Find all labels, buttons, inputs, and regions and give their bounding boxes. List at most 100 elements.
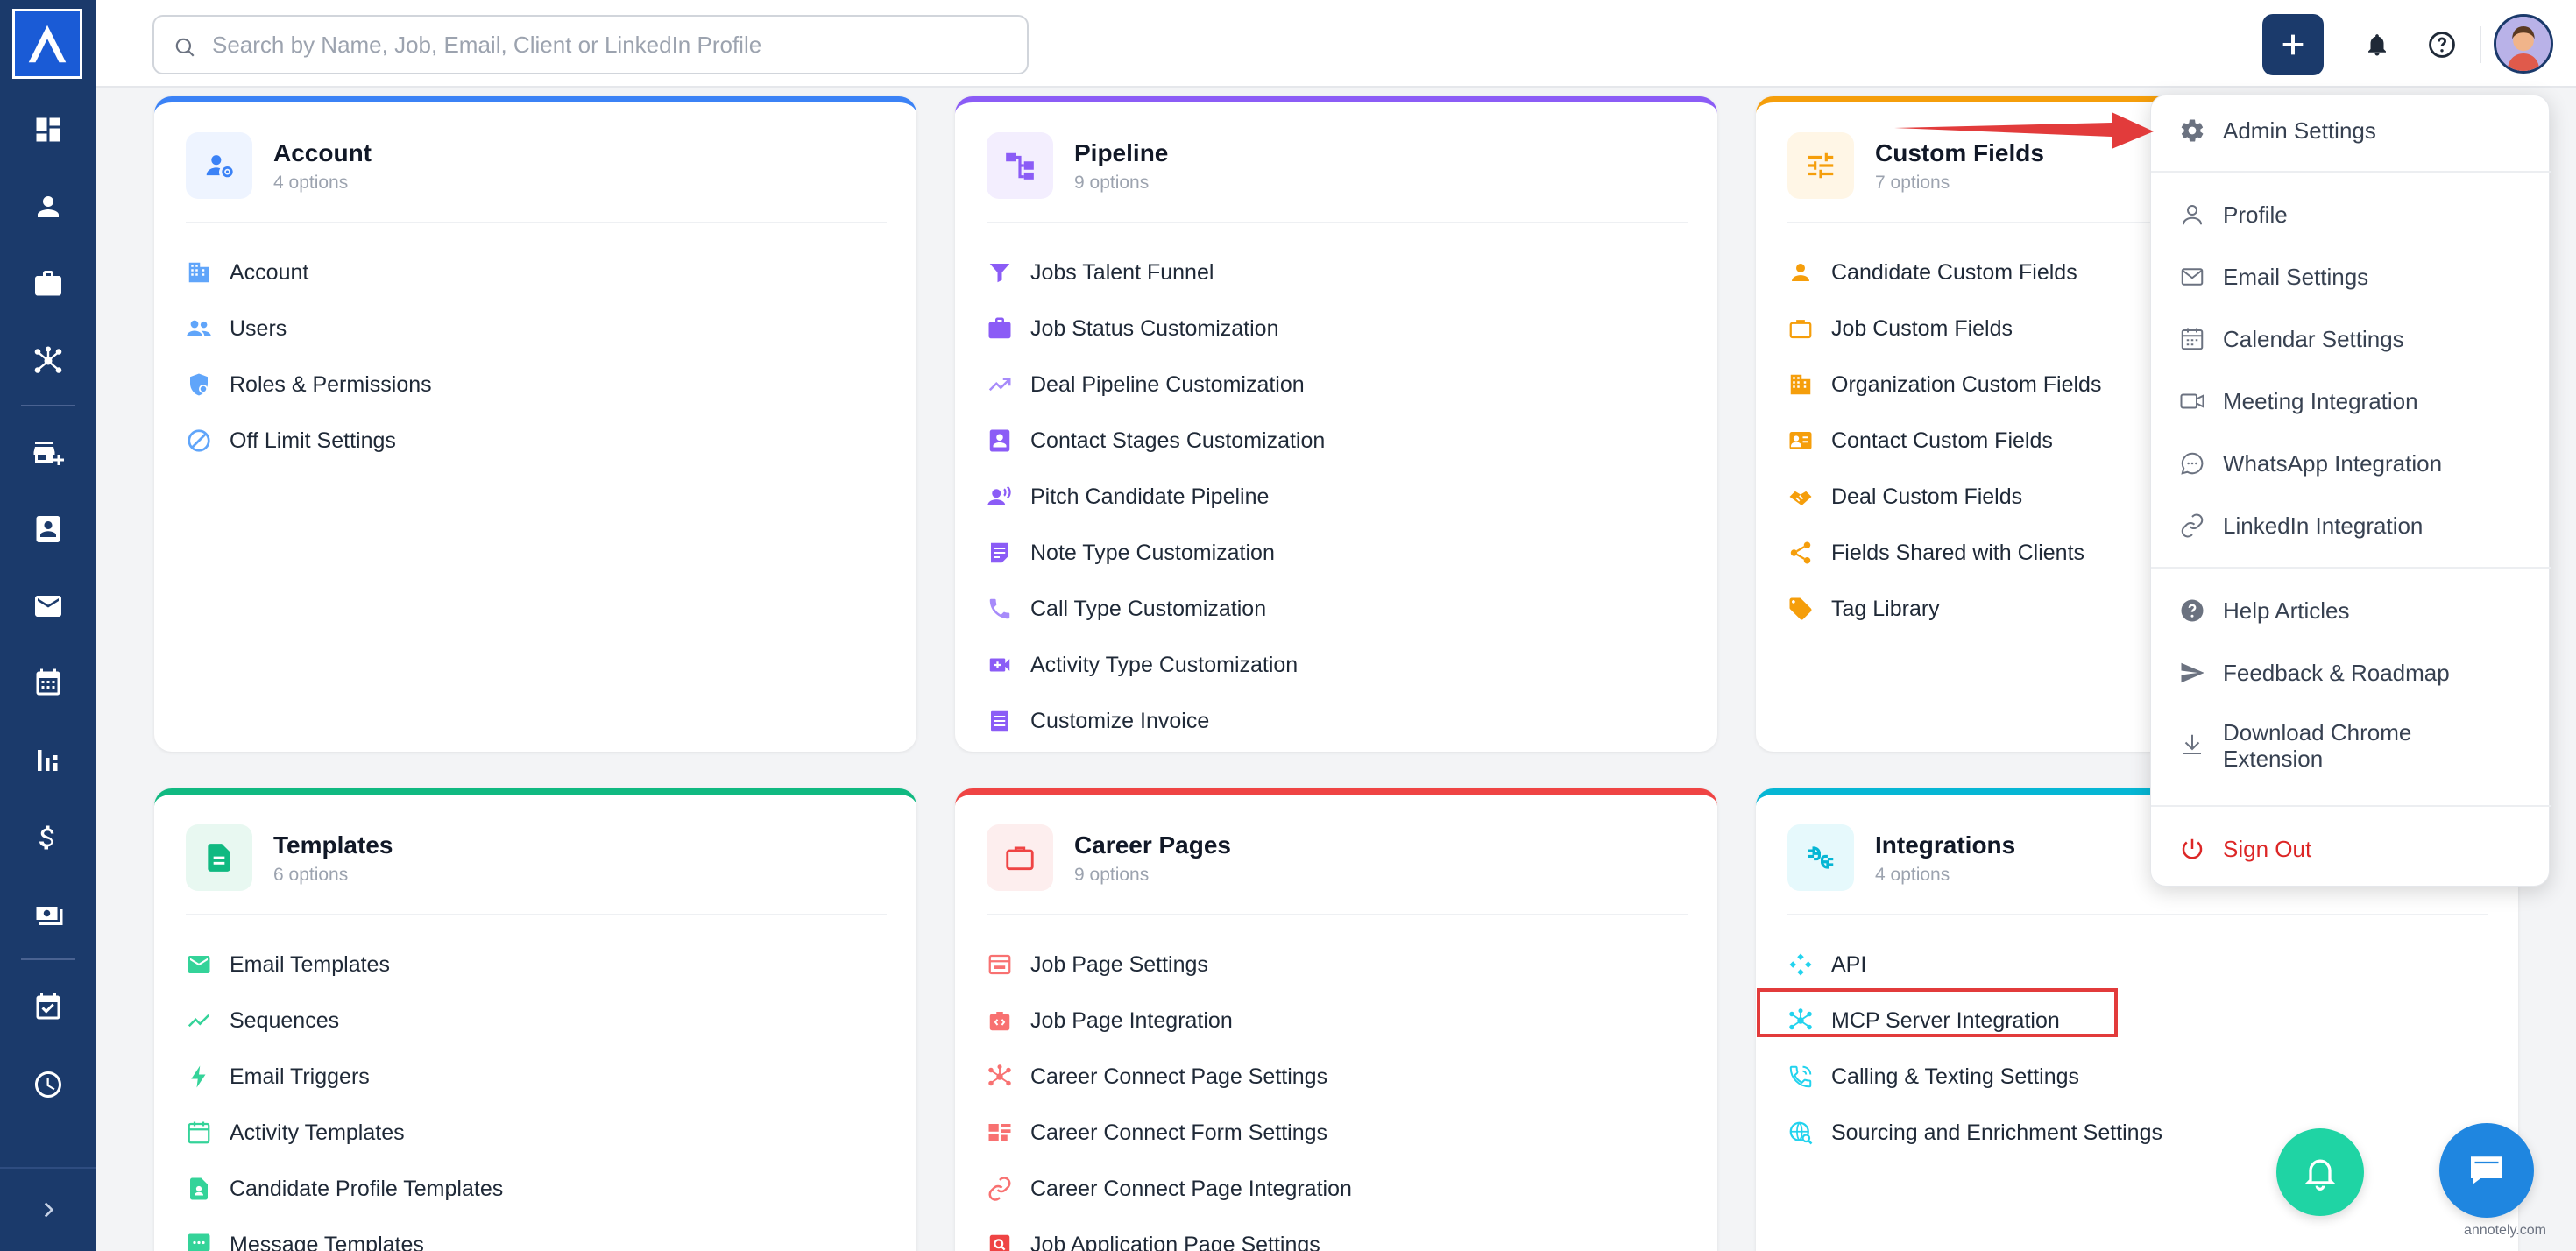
menu-item-feedback-roadmap[interactable]: Feedback & Roadmap bbox=[2151, 647, 2551, 699]
settings-link-candidate-profile-templates[interactable]: Candidate Profile Templates bbox=[186, 1161, 503, 1217]
settings-link-email-templates[interactable]: Email Templates bbox=[186, 936, 503, 993]
menu-item-email-settings[interactable]: Email Settings bbox=[2151, 251, 2551, 303]
settings-link-organization-custom-fields[interactable]: Organization Custom Fields bbox=[1787, 357, 2101, 413]
card-title: Templates bbox=[273, 831, 393, 859]
settings-link-job-status[interactable]: Job Status Customization bbox=[987, 300, 1325, 357]
settings-link-api[interactable]: API bbox=[1787, 936, 2162, 993]
settings-link-roles-permissions[interactable]: Roles & Permissions bbox=[186, 357, 432, 413]
user-menu-dropdown: Admin Settings Profile Email Settings Ca… bbox=[2150, 95, 2551, 887]
settings-link-calling-texting[interactable]: Calling & Texting Settings bbox=[1787, 1049, 2162, 1105]
nav-payments-icon[interactable] bbox=[24, 890, 73, 939]
search-document-icon bbox=[989, 1234, 1010, 1251]
nav-calendar-icon[interactable] bbox=[24, 659, 73, 708]
menu-item-meeting-integration[interactable]: Meeting Integration bbox=[2151, 375, 2551, 428]
item-label: Job Status Customization bbox=[1030, 315, 1279, 341]
settings-link-job-custom-fields[interactable]: Job Custom Fields bbox=[1787, 300, 2101, 357]
menu-item-download-chrome-extension[interactable]: Download Chrome Extension bbox=[2151, 714, 2551, 781]
power-icon bbox=[2182, 838, 2203, 859]
menu-item-calendar-settings[interactable]: Calendar Settings bbox=[2151, 313, 2551, 365]
item-label: Sequences bbox=[230, 1007, 340, 1033]
card-divider bbox=[1787, 914, 2488, 915]
settings-link-contact-stages[interactable]: Contact Stages Customization bbox=[987, 413, 1325, 469]
id-card-icon bbox=[1789, 432, 1812, 449]
settings-link-deal-pipeline[interactable]: Deal Pipeline Customization bbox=[987, 357, 1325, 413]
item-label: Calling & Texting Settings bbox=[1831, 1064, 2080, 1089]
settings-link-sourcing-enrichment[interactable]: Sourcing and Enrichment Settings bbox=[1787, 1105, 2162, 1161]
bell-icon bbox=[2368, 34, 2386, 56]
settings-link-activity-type[interactable]: Activity Type Customization bbox=[987, 637, 1325, 693]
global-search[interactable] bbox=[152, 15, 1029, 74]
nav-activity-icon[interactable] bbox=[24, 1060, 73, 1109]
settings-link-email-triggers[interactable]: Email Triggers bbox=[186, 1049, 503, 1105]
settings-link-call-type[interactable]: Call Type Customization bbox=[987, 581, 1325, 637]
card-title: Account bbox=[273, 139, 372, 166]
live-chat-button[interactable] bbox=[2439, 1123, 2534, 1218]
settings-link-users[interactable]: Users bbox=[186, 300, 432, 357]
settings-link-note-type[interactable]: Note Type Customization bbox=[987, 525, 1325, 581]
add-new-button[interactable] bbox=[2262, 14, 2324, 75]
avatar-image bbox=[2496, 17, 2551, 71]
nav-companies-icon[interactable] bbox=[24, 428, 73, 477]
nav-tasks-icon[interactable] bbox=[24, 983, 73, 1032]
settings-link-fields-shared[interactable]: Fields Shared with Clients bbox=[1787, 525, 2101, 581]
building-icon bbox=[1790, 374, 1811, 395]
menu-item-admin-settings[interactable]: Admin Settings bbox=[2151, 104, 2551, 157]
menu-item-sign-out[interactable]: Sign Out bbox=[2151, 823, 2551, 875]
mail-icon bbox=[188, 956, 210, 973]
settings-link-career-connect-integration[interactable]: Career Connect Page Integration bbox=[987, 1161, 1352, 1217]
settings-link-tag-library[interactable]: Tag Library bbox=[1787, 581, 2101, 637]
settings-link-account[interactable]: Account bbox=[186, 244, 432, 300]
menu-label: Admin Settings bbox=[2223, 117, 2376, 144]
user-avatar[interactable] bbox=[2494, 14, 2553, 74]
tune-icon bbox=[1787, 132, 1854, 199]
nav-divider bbox=[21, 405, 75, 406]
settings-link-sequences[interactable]: Sequences bbox=[186, 993, 503, 1049]
nav-dashboard-icon[interactable] bbox=[24, 105, 73, 154]
menu-item-whatsapp-integration[interactable]: WhatsApp Integration bbox=[2151, 437, 2551, 490]
settings-link-job-page-integration[interactable]: Job Page Integration bbox=[987, 993, 1352, 1049]
settings-link-contact-custom-fields[interactable]: Contact Custom Fields bbox=[1787, 413, 2101, 469]
help-button[interactable] bbox=[2422, 25, 2462, 65]
item-label: Tag Library bbox=[1831, 596, 1940, 621]
message-icon bbox=[188, 1233, 210, 1251]
settings-link-off-limit[interactable]: Off Limit Settings bbox=[186, 413, 432, 469]
search-input[interactable] bbox=[212, 25, 1001, 64]
notifications-button[interactable] bbox=[2357, 25, 2397, 65]
sidebar-expand-button[interactable] bbox=[0, 1167, 96, 1251]
nav-email-icon[interactable] bbox=[24, 582, 73, 631]
card-subtitle: 4 options bbox=[1875, 865, 1950, 885]
settings-link-activity-templates[interactable]: Activity Templates bbox=[186, 1105, 503, 1161]
settings-link-message-templates[interactable]: Message Templates bbox=[186, 1217, 503, 1251]
settings-link-jobs-talent-funnel[interactable]: Jobs Talent Funnel bbox=[987, 244, 1325, 300]
settings-link-career-connect-page[interactable]: Career Connect Page Settings bbox=[987, 1049, 1352, 1105]
app-logo[interactable] bbox=[12, 9, 82, 79]
menu-item-help-articles[interactable]: Help Articles bbox=[2151, 584, 2551, 637]
item-label: API bbox=[1831, 951, 1867, 977]
item-label: Email Triggers bbox=[230, 1064, 370, 1089]
settings-link-career-connect-form[interactable]: Career Connect Form Settings bbox=[987, 1105, 1352, 1161]
floating-notification-button[interactable] bbox=[2276, 1128, 2364, 1216]
nav-candidates-icon[interactable] bbox=[24, 182, 73, 231]
annotation-highlight-box bbox=[1757, 988, 2118, 1037]
nav-jobs-icon[interactable] bbox=[24, 259, 73, 308]
tag-icon bbox=[1789, 597, 1812, 620]
nav-contacts-icon[interactable] bbox=[24, 505, 73, 554]
card-subtitle: 7 options bbox=[1875, 173, 1950, 193]
settings-link-candidate-custom-fields[interactable]: Candidate Custom Fields bbox=[1787, 244, 2101, 300]
settings-link-deal-custom-fields[interactable]: Deal Custom Fields bbox=[1787, 469, 2101, 525]
menu-label: Profile bbox=[2223, 201, 2288, 228]
shield-user-icon bbox=[190, 373, 208, 396]
nav-billing-icon[interactable] bbox=[24, 813, 73, 862]
nav-reports-icon[interactable] bbox=[24, 736, 73, 785]
item-label: Contact Stages Customization bbox=[1030, 428, 1326, 453]
menu-item-linkedin-integration[interactable]: LinkedIn Integration bbox=[2151, 499, 2551, 552]
settings-link-job-page-settings[interactable]: Job Page Settings bbox=[987, 936, 1352, 993]
settings-link-pitch-candidate[interactable]: Pitch Candidate Pipeline bbox=[987, 469, 1325, 525]
nav-network-icon[interactable] bbox=[24, 336, 73, 385]
calendar-outline-icon bbox=[2181, 328, 2204, 350]
settings-link-job-application-page[interactable]: Job Application Page Settings bbox=[987, 1217, 1352, 1251]
menu-label: Feedback & Roadmap bbox=[2223, 660, 2450, 686]
item-label: Deal Pipeline Customization bbox=[1030, 371, 1305, 397]
settings-link-customize-invoice[interactable]: Customize Invoice bbox=[987, 693, 1325, 749]
menu-item-profile[interactable]: Profile bbox=[2151, 188, 2551, 241]
